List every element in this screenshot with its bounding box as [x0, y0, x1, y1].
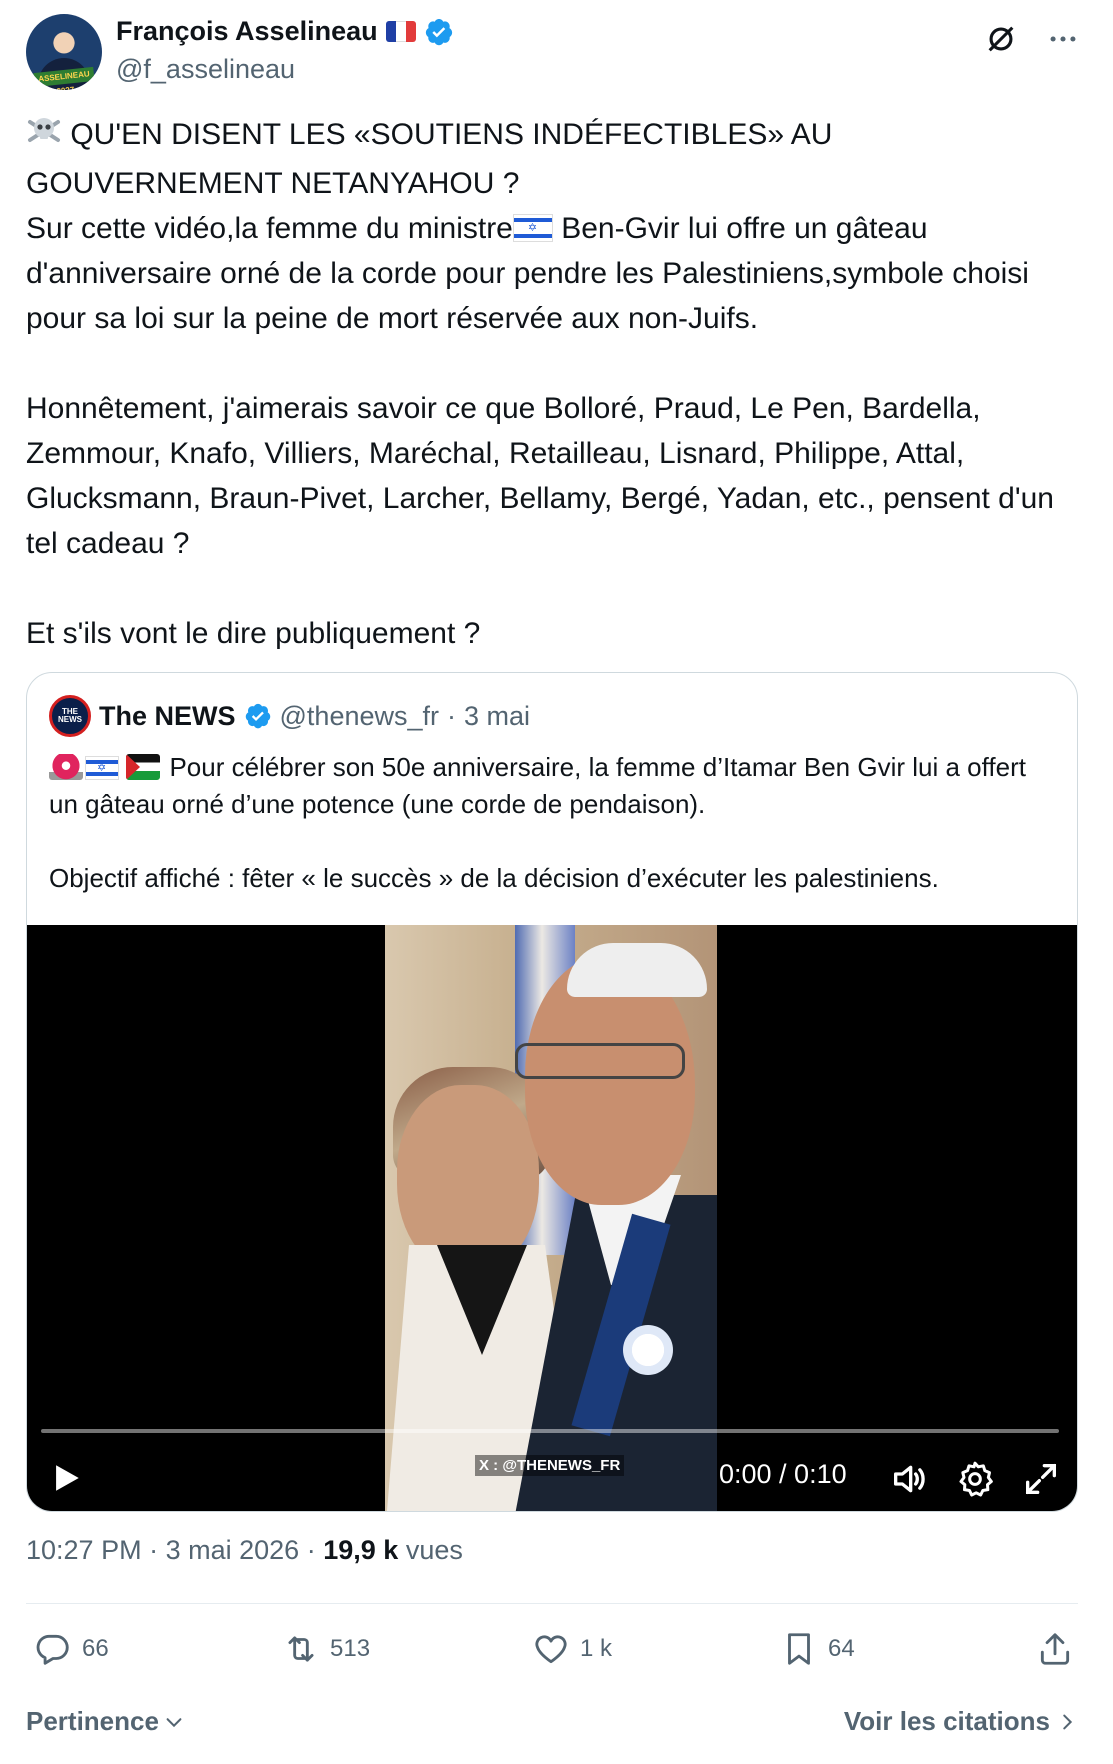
bookmark-icon [788, 1633, 810, 1665]
repost-button[interactable]: 513 [282, 1630, 370, 1668]
fullscreen-icon[interactable] [1021, 1459, 1061, 1499]
tweet-line-1: QU'EN DISENT LES «SOUTIENS INDÉFECTIBLES… [26, 118, 833, 200]
author-handle[interactable]: @f_asselineau [116, 54, 295, 85]
author-name[interactable]: François Asselineau [116, 16, 378, 47]
bookmark-count: 64 [828, 1635, 855, 1662]
israel-flag-icon: ✡ [512, 214, 553, 242]
verified-badge-icon [425, 18, 452, 45]
top-right-icons [982, 20, 1082, 58]
views-count: 19,9 k [323, 1535, 399, 1565]
video-player[interactable]: X : @THENEWS_FR 0:00 / 0:10 [27, 925, 1077, 1511]
like-count: 1 k [580, 1635, 613, 1662]
video-controls: 0:00 / 0:10 [27, 1445, 1077, 1511]
meta-separator: · [149, 1535, 159, 1565]
view-quotes-label: Voir les citations [843, 1706, 1050, 1736]
tweet-date[interactable]: 3 mai 2026 [166, 1535, 300, 1565]
repost-icon [288, 1636, 314, 1662]
tweet-time[interactable]: 10:27 PM [26, 1535, 142, 1565]
like-button[interactable]: 1 k [532, 1630, 612, 1668]
grok-icon[interactable] [982, 20, 1020, 58]
french-flag-icon [385, 21, 416, 42]
replies-footer: Pertinence Voir les citations [26, 1696, 1078, 1746]
quoted-text-1: Pour célébrer son 50e anniversaire, la f… [49, 752, 1026, 819]
repost-count: 513 [330, 1635, 371, 1662]
tweet-meta: 10:27 PM · 3 mai 2026 · 19,9 k vues [26, 1535, 463, 1566]
volume-icon[interactable] [889, 1459, 929, 1499]
author-name-line: François Asselineau [116, 16, 454, 47]
sort-label: Pertinence [26, 1706, 159, 1736]
play-icon[interactable] [49, 1461, 83, 1495]
tweet-line-2a: Sur cette vidéo,la femme du ministre [26, 212, 513, 245]
tweet-text: QU'EN DISENT LES «SOUTIENS INDÉFECTIBLES… [26, 112, 1076, 656]
heart-icon [535, 1635, 567, 1664]
quoted-tweet-header: THE NEWS The NEWS @thenews_fr · 3 mai [49, 695, 530, 737]
skull-crossbones-icon [26, 114, 62, 161]
israel-flag-icon: ✡ [85, 756, 119, 780]
view-quotes-link[interactable]: Voir les citations [844, 1706, 1078, 1737]
settings-gear-icon[interactable] [955, 1459, 995, 1499]
quoted-text-2: Objectif affiché : fêter « le succès » d… [49, 863, 939, 893]
chevron-right-icon [1063, 1714, 1073, 1729]
quoted-tweet[interactable]: THE NEWS The NEWS @thenews_fr · 3 mai ✡ … [26, 672, 1078, 1512]
verified-badge-icon [245, 703, 270, 729]
views-label: vues [405, 1535, 463, 1565]
quoted-avatar[interactable]: THE NEWS [49, 695, 91, 737]
tweet-paragraph-3: Et s'ils vont le dire publiquement ? [26, 617, 481, 650]
quoted-date[interactable]: 3 mai [464, 701, 530, 732]
share-icon [1040, 1633, 1070, 1665]
chevron-down-icon [166, 1717, 182, 1727]
reply-icon [36, 1634, 69, 1665]
divider [26, 1603, 1078, 1604]
video-progress-bar[interactable] [41, 1429, 1059, 1433]
reply-button[interactable]: 66 [34, 1630, 109, 1668]
video-frame: X : @THENEWS_FR [385, 925, 717, 1511]
action-bar: 66 513 1 k 64 [26, 1630, 1078, 1690]
tweet-header: ASSELINEAU 2027 François Asselineau @f_a… [26, 14, 1086, 90]
author-avatar[interactable]: ASSELINEAU 2027 [26, 14, 102, 90]
share-button[interactable] [1036, 1630, 1074, 1668]
meta-separator: · [306, 1535, 316, 1565]
palestine-flag-icon [126, 754, 161, 780]
quoted-author-handle: @thenews_fr [279, 700, 439, 731]
quoted-text: ✡ Pour célébrer son 50e anniversaire, la… [49, 749, 1049, 897]
bookmark-button[interactable]: 64 [780, 1630, 855, 1668]
tweet-paragraph-2: Honnêtement, j'aimerais savoir ce que Bo… [26, 392, 1054, 560]
reply-count: 66 [82, 1635, 109, 1662]
siren-icon [49, 754, 83, 780]
sort-dropdown[interactable]: Pertinence [26, 1706, 185, 1737]
video-time: 0:00 / 0:10 [719, 1459, 847, 1489]
quoted-author-name[interactable]: The NEWS [99, 701, 236, 732]
more-options-icon[interactable] [1044, 20, 1082, 58]
quoted-separator: · [447, 700, 456, 731]
